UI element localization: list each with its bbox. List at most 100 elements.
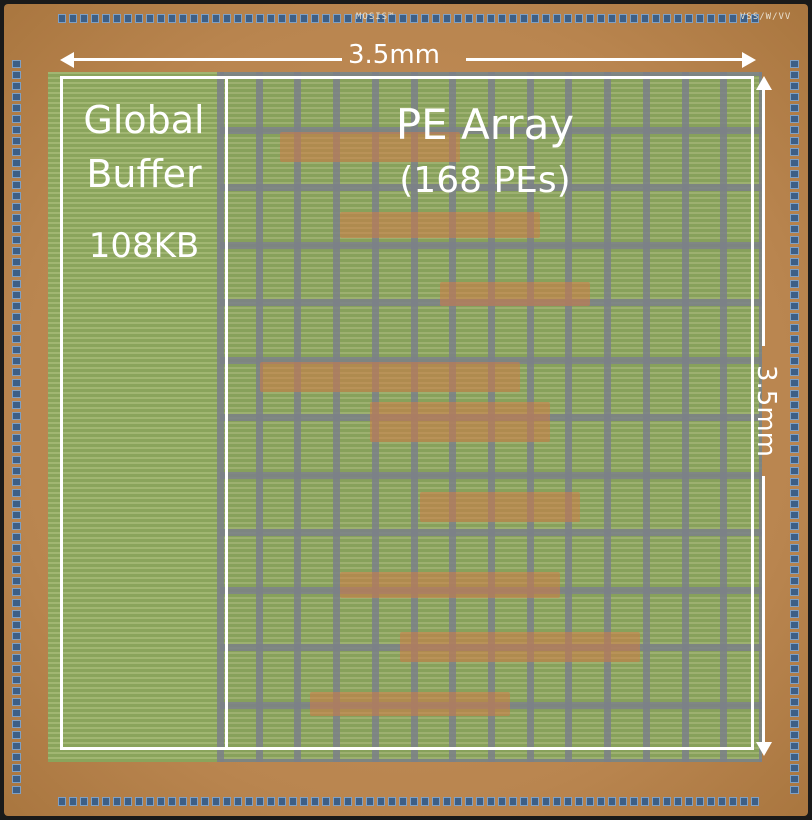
bond-pad xyxy=(12,544,21,552)
bond-pad xyxy=(542,797,550,806)
bond-pad xyxy=(790,291,799,299)
bond-pad xyxy=(12,665,21,673)
bond-pad xyxy=(729,797,737,806)
bond-pad xyxy=(790,511,799,519)
bond-pad xyxy=(520,797,528,806)
bond-pad xyxy=(91,797,99,806)
width-dimension-label: 3.5mm xyxy=(348,40,441,70)
bond-pad xyxy=(322,797,330,806)
bond-pad xyxy=(399,797,407,806)
bond-pad xyxy=(190,797,198,806)
bond-pad xyxy=(113,797,121,806)
bond-pad xyxy=(12,269,21,277)
bond-pad xyxy=(289,14,297,23)
global-buffer-size: 108KB xyxy=(88,226,200,266)
bond-pad xyxy=(790,599,799,607)
bond-pad xyxy=(790,577,799,585)
bond-pad xyxy=(12,445,21,453)
bond-pad xyxy=(790,148,799,156)
pe-array-count: (168 PEs) xyxy=(399,160,571,201)
bond-pad xyxy=(790,71,799,79)
bond-pad xyxy=(790,643,799,651)
bond-pad xyxy=(234,797,242,806)
bond-pad xyxy=(790,401,799,409)
bond-pad xyxy=(564,797,572,806)
bond-pad xyxy=(421,14,429,23)
bond-pad xyxy=(652,14,660,23)
width-arrow-right-line xyxy=(466,58,746,61)
bond-pad xyxy=(12,610,21,618)
bond-pad xyxy=(12,489,21,497)
bond-pad xyxy=(718,14,726,23)
bond-pad xyxy=(12,159,21,167)
bond-pad xyxy=(12,566,21,574)
bond-pad xyxy=(212,797,220,806)
bond-pad xyxy=(641,797,649,806)
bond-pad xyxy=(135,797,143,806)
bond-pad xyxy=(790,324,799,332)
bond-pad xyxy=(201,797,209,806)
bond-pad xyxy=(790,357,799,365)
bond-pad xyxy=(707,14,715,23)
height-arrowhead-top xyxy=(756,76,772,90)
bond-pad xyxy=(12,555,21,563)
bond-pad xyxy=(790,126,799,134)
bond-pad xyxy=(790,786,799,794)
bond-pad xyxy=(190,14,198,23)
bond-pad xyxy=(619,14,627,23)
bond-pad xyxy=(12,71,21,79)
bond-pad xyxy=(718,797,726,806)
bond-pad xyxy=(366,797,374,806)
bond-pad xyxy=(790,775,799,783)
bond-pad xyxy=(355,797,363,806)
bond-pad xyxy=(135,14,143,23)
bond-pad xyxy=(465,797,473,806)
bond-pad xyxy=(12,709,21,717)
bond-pad xyxy=(12,731,21,739)
bond-pad xyxy=(12,379,21,387)
bond-pad xyxy=(751,797,759,806)
bond-pad xyxy=(432,797,440,806)
bond-pad xyxy=(12,203,21,211)
bond-pad xyxy=(790,632,799,640)
bond-pad xyxy=(790,709,799,717)
bond-pad xyxy=(289,797,297,806)
bond-pad xyxy=(509,797,517,806)
bond-pad xyxy=(790,698,799,706)
bond-pad xyxy=(12,720,21,728)
bond-pad xyxy=(12,390,21,398)
bond-pad xyxy=(410,14,418,23)
width-arrow-left-line xyxy=(70,58,342,61)
bond-pad xyxy=(12,280,21,288)
global-buffer-label-line2: Buffer xyxy=(86,152,202,196)
bond-pad xyxy=(245,797,253,806)
bond-pad xyxy=(12,753,21,761)
bond-pad xyxy=(520,14,528,23)
bond-pad xyxy=(790,60,799,68)
bond-pad xyxy=(80,14,88,23)
bond-pad xyxy=(168,14,176,23)
bond-pad xyxy=(476,797,484,806)
bond-pad xyxy=(12,192,21,200)
bond-pad xyxy=(790,753,799,761)
bond-pad xyxy=(399,14,407,23)
bond-pad xyxy=(790,214,799,222)
bond-pad xyxy=(564,14,572,23)
bond-pad xyxy=(619,797,627,806)
bond-pad xyxy=(790,313,799,321)
bond-pad xyxy=(790,236,799,244)
bond-pad xyxy=(12,313,21,321)
pe-grid-row-line xyxy=(220,759,762,762)
bond-pad xyxy=(12,764,21,772)
bond-pad xyxy=(410,797,418,806)
bond-pad xyxy=(487,797,495,806)
bond-pad xyxy=(498,14,506,23)
bond-pad xyxy=(12,522,21,530)
bond-pad xyxy=(12,181,21,189)
bond-pad xyxy=(12,412,21,420)
bond-pad xyxy=(790,170,799,178)
bond-pad xyxy=(597,797,605,806)
bond-pad xyxy=(333,14,341,23)
bond-pad xyxy=(12,148,21,156)
bond-pad xyxy=(12,225,21,233)
